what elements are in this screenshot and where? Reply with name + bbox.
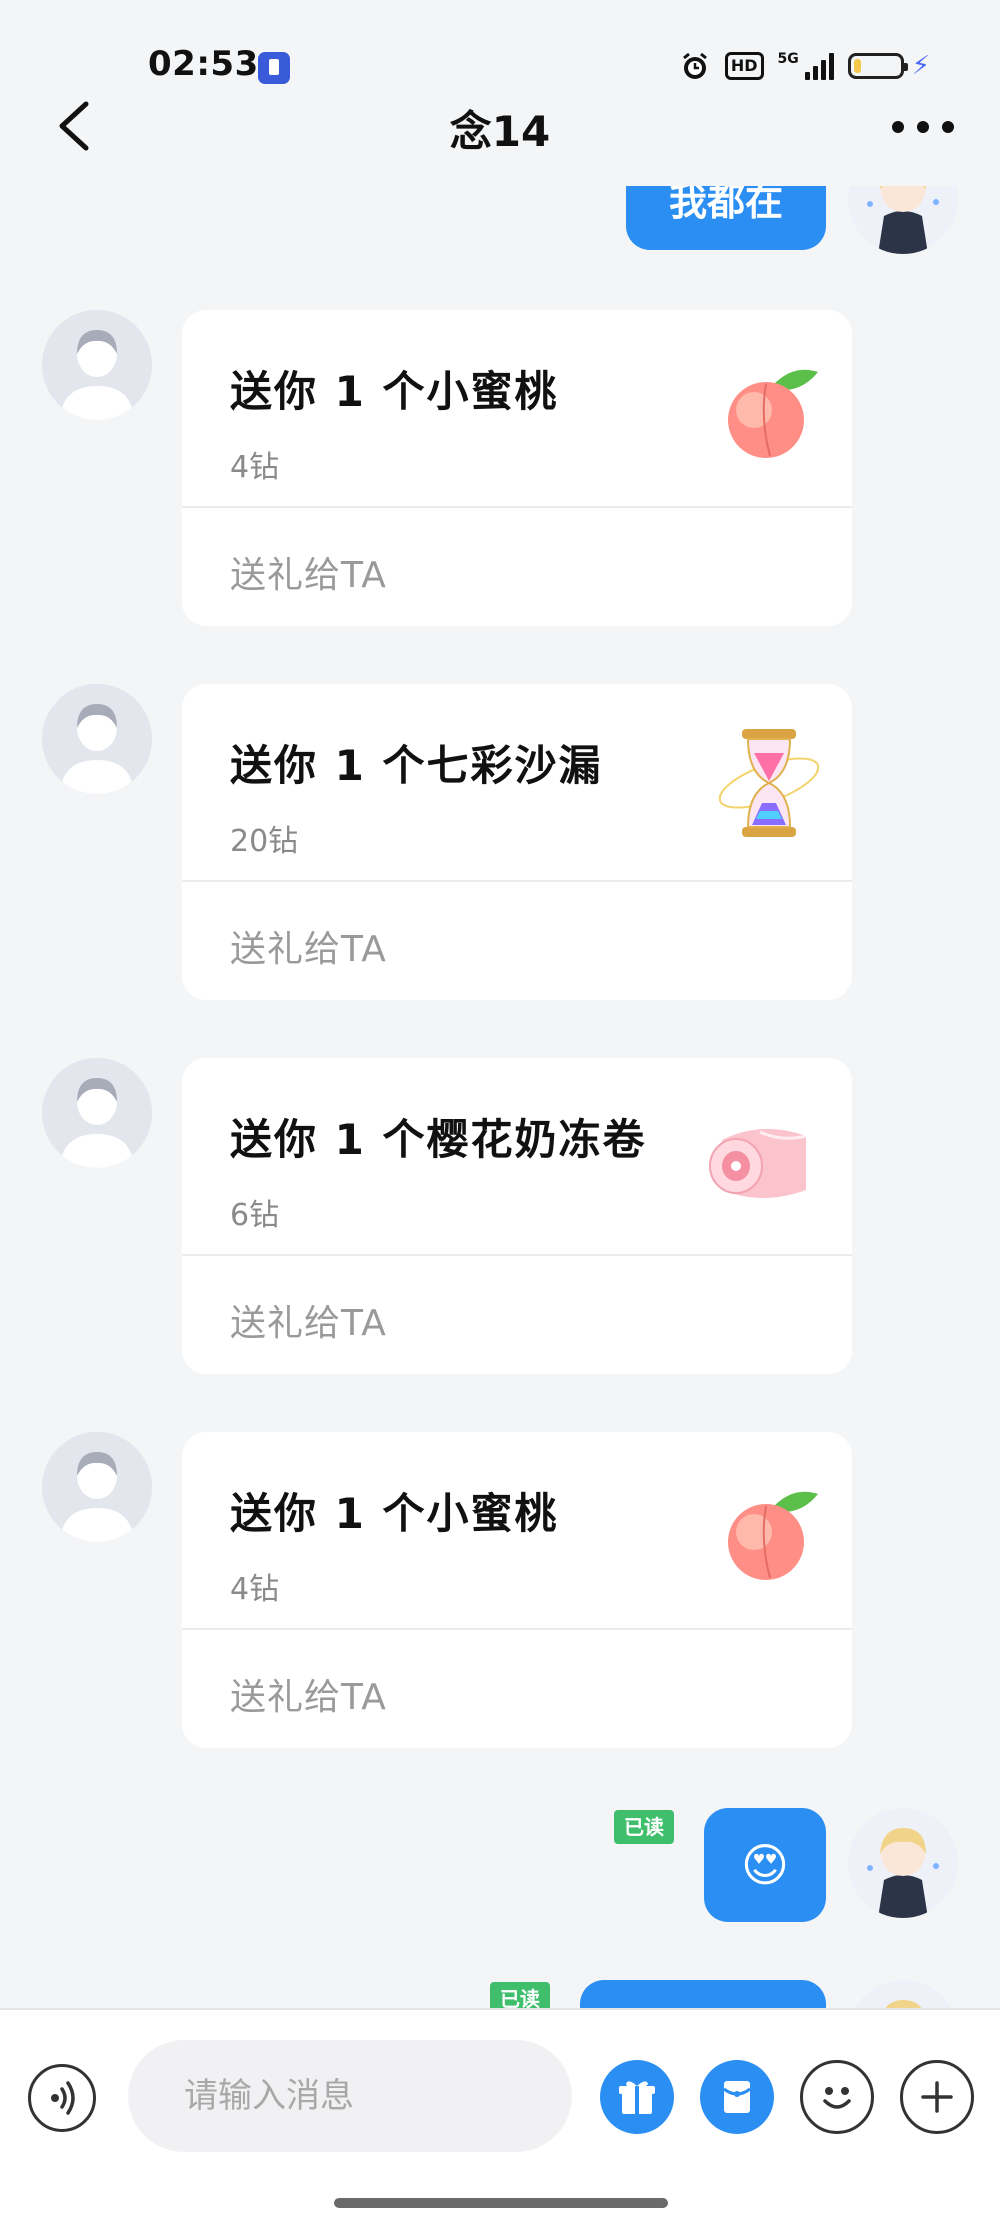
red-packet-button[interactable] — [700, 2060, 774, 2134]
hd-badge: HD — [724, 52, 764, 80]
more-icon[interactable] — [888, 100, 958, 150]
default-user-icon — [42, 684, 152, 794]
status-indicators: HD 5G ⚡ — [679, 48, 930, 84]
message-bubble[interactable]: 😍 — [704, 1808, 826, 1922]
charging-icon: ⚡ — [911, 51, 930, 81]
home-indicator — [334, 2198, 668, 2208]
gift-card[interactable]: 送你 1 个小蜜桃 4钻 送礼给TA — [182, 1432, 852, 1748]
gift-price: 20钻 — [230, 824, 299, 859]
gift-title: 送你 1 个樱花奶冻卷 — [230, 1115, 647, 1164]
default-user-icon — [42, 310, 152, 420]
status-time: 02:53 — [148, 44, 259, 84]
sakura-roll-icon — [709, 1128, 807, 1198]
more-options-button[interactable] — [900, 2060, 974, 2134]
message-text: 我都在 — [668, 186, 783, 224]
voice-button[interactable] — [28, 2064, 96, 2132]
gift-icon — [619, 2081, 655, 2114]
gift-card[interactable]: 送你 1 个樱花奶冻卷 6钻 送礼给TA — [182, 1058, 852, 1374]
gift-price: 4钻 — [230, 450, 280, 485]
anime-avatar-icon — [848, 186, 958, 254]
message-bubble[interactable] — [580, 1980, 826, 2008]
send-gift-button[interactable]: 送礼给TA — [230, 1294, 387, 1346]
input-bar — [0, 2008, 1000, 2224]
divider — [182, 1254, 852, 1256]
gift-title: 送你 1 个小蜜桃 — [230, 367, 559, 416]
emoji-button[interactable] — [800, 2060, 874, 2134]
my-avatar[interactable] — [848, 1980, 958, 2008]
signal-icon — [804, 52, 834, 80]
default-user-icon — [42, 1058, 152, 1168]
divider — [182, 1628, 852, 1630]
my-avatar[interactable] — [848, 186, 958, 254]
red-packet-icon — [723, 2081, 751, 2113]
message-input[interactable] — [128, 2040, 572, 2152]
contact-avatar[interactable] — [42, 1058, 152, 1168]
gift-card[interactable]: 送你 1 个七彩沙漏 20钻 送礼给TA — [182, 684, 852, 1000]
contact-avatar[interactable] — [42, 310, 152, 420]
gift-price: 6钻 — [230, 1198, 280, 1233]
network-type: 5G — [777, 51, 799, 67]
divider — [182, 506, 852, 508]
gift-button[interactable] — [600, 2060, 674, 2134]
flashlight-app-icon — [258, 52, 290, 84]
alarm-icon — [682, 52, 707, 79]
read-badge: 已读 — [490, 1982, 550, 2008]
voice-icon — [51, 2081, 75, 2115]
gift-card[interactable]: 送你 1 个小蜜桃 4钻 送礼给TA — [182, 310, 852, 626]
battery-icon — [847, 53, 908, 79]
gift-title: 送你 1 个七彩沙漏 — [230, 741, 603, 790]
message-bubble[interactable]: 我都在 — [626, 186, 826, 250]
anime-avatar-icon — [848, 1980, 958, 2008]
send-gift-button[interactable]: 送礼给TA — [230, 920, 387, 972]
plus-icon — [921, 2081, 953, 2113]
send-gift-button[interactable]: 送礼给TA — [230, 1668, 387, 1720]
page-title: 念14 — [449, 107, 551, 156]
contact-avatar[interactable] — [42, 1432, 152, 1542]
emoji-message: 😍 — [741, 1838, 789, 1892]
my-avatar[interactable] — [848, 1808, 958, 1918]
battery-level — [853, 59, 862, 73]
contact-avatar[interactable] — [42, 684, 152, 794]
smiley-icon — [823, 2087, 851, 2109]
divider — [182, 880, 852, 882]
anime-avatar-icon — [848, 1808, 958, 1918]
chat-area[interactable]: 我都在 送你 1 个小蜜桃 4钻 送礼给TA 送你 1 个七彩沙漏 20钻 送礼… — [0, 186, 1000, 2008]
read-badge: 已读 — [614, 1810, 674, 1844]
hourglass-icon — [718, 729, 820, 837]
gift-price: 4钻 — [230, 1572, 280, 1607]
peach-icon — [728, 1491, 818, 1580]
send-gift-button[interactable]: 送礼给TA — [230, 546, 387, 598]
peach-icon — [728, 369, 818, 458]
default-user-icon — [42, 1432, 152, 1542]
gift-title: 送你 1 个小蜜桃 — [230, 1489, 559, 1538]
